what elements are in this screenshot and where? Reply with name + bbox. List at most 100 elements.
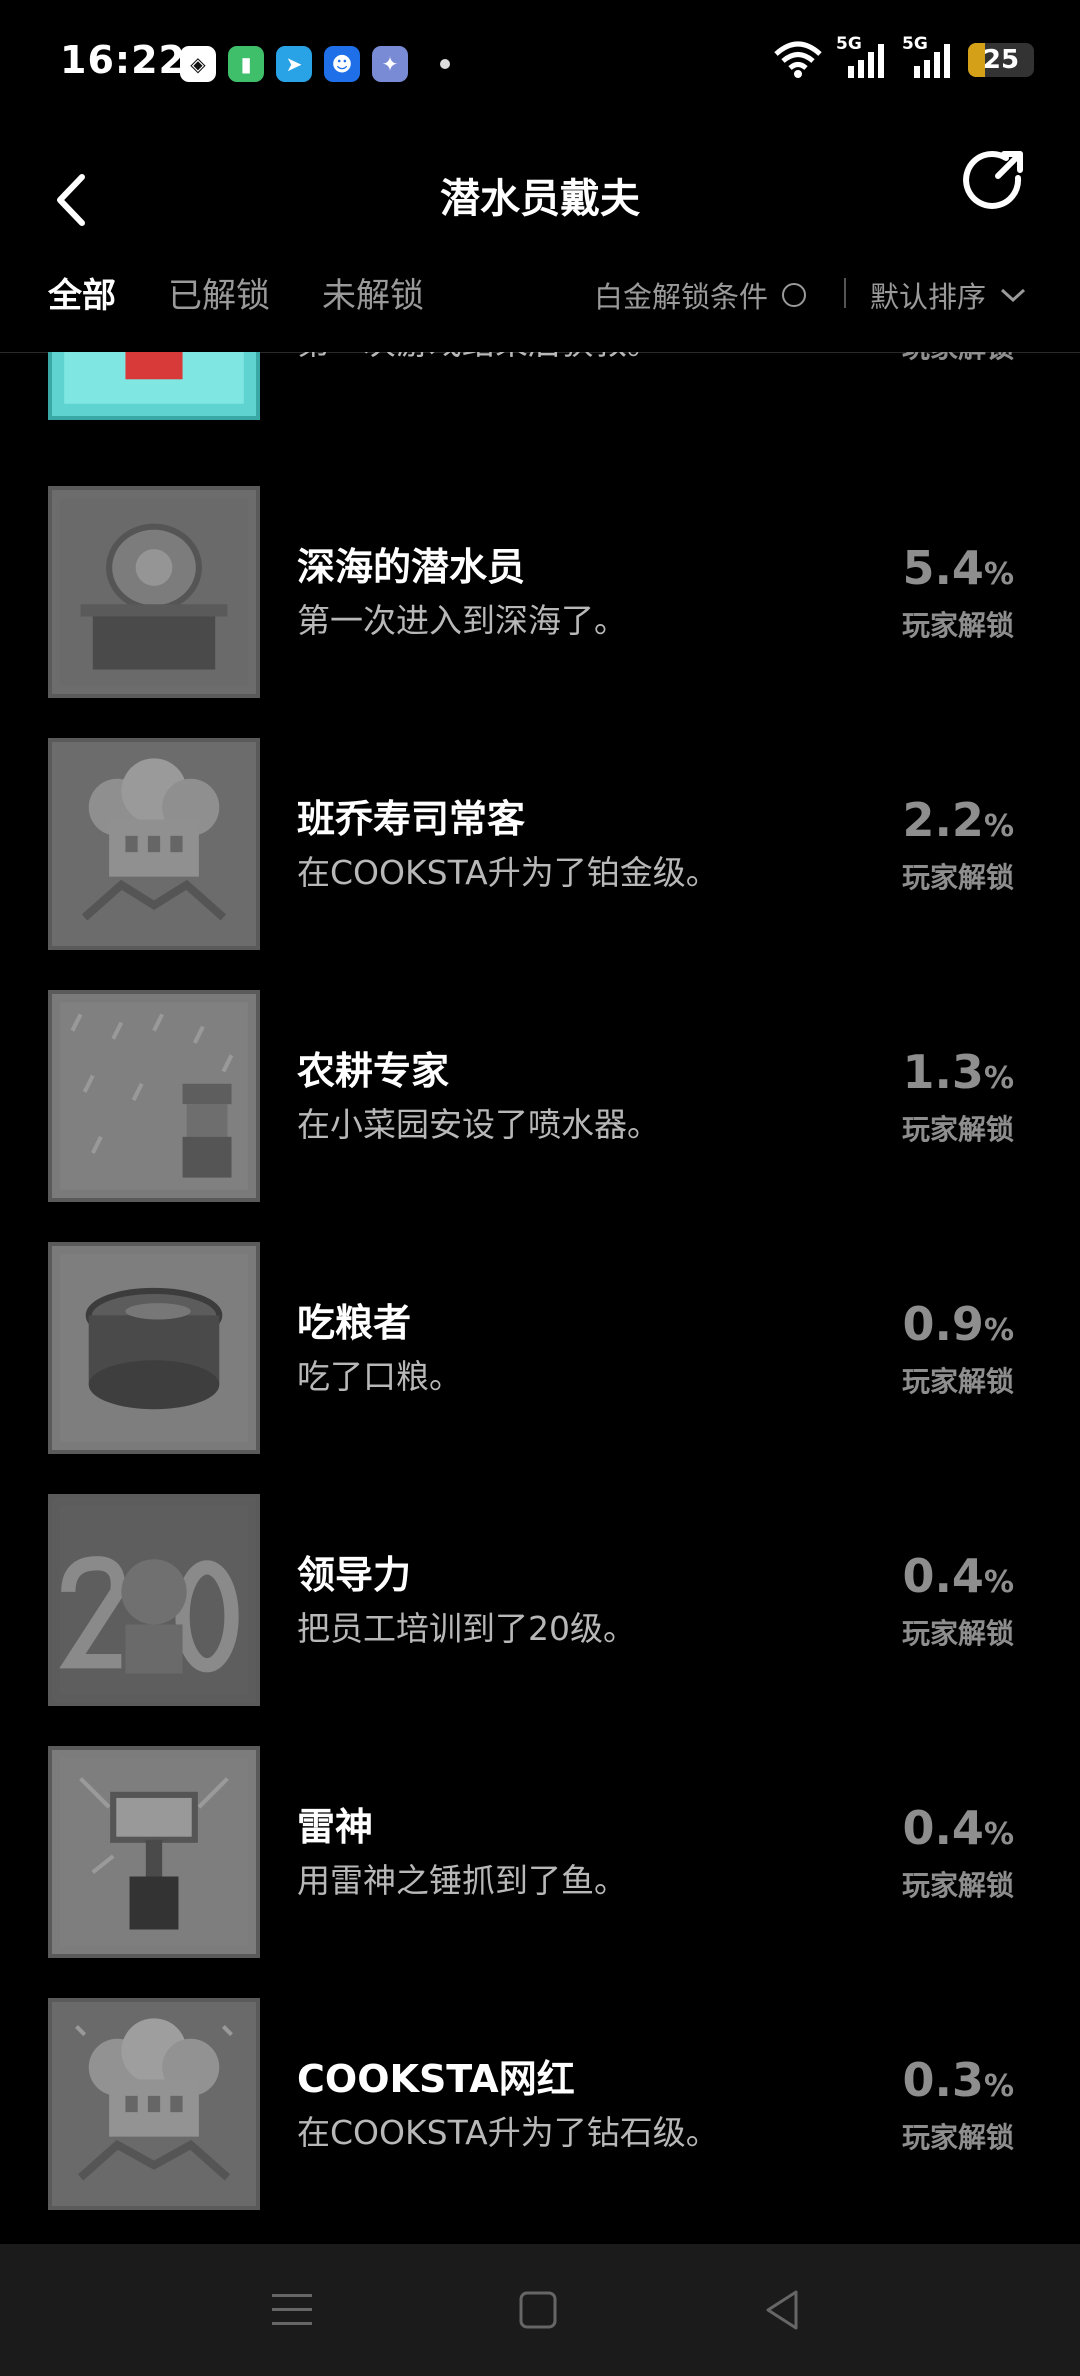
list-item[interactable]: 雷神 用雷神之锤抓到了鱼。 0.4% 玩家解锁 <box>0 1746 1080 1998</box>
unlock-label: 玩家解锁 <box>901 1113 1014 1146</box>
unlock-percent: 0.4% <box>902 1801 1014 1855</box>
status-bar: 16:22 ◈ ▮ ➤ ☻ ✦ 5G 5G 25 <box>0 0 1080 130</box>
unlock-label: 玩家解锁 <box>901 2121 1014 2154</box>
page-title: 潜水员戴夫 <box>440 176 640 222</box>
achievement-desc: 第一次游戏结束后获救。 <box>297 352 660 364</box>
list-item[interactable]: 第一次游戏结束后获救。 玩家解锁 <box>0 352 1080 460</box>
share-icon <box>963 151 1023 209</box>
achievement-title: 深海的潜水员 <box>297 545 526 589</box>
signal-2: 5G <box>902 34 956 80</box>
achievement-title: COOKSTA网红 <box>297 2057 575 2101</box>
radio-icon <box>782 283 807 307</box>
achievement-title: 雷神 <box>297 1805 374 1849</box>
unlock-percent-value: 0.4 <box>902 1549 984 1603</box>
unlock-percent: 5.4% <box>902 541 1014 595</box>
unlock-percent-value: 2.2 <box>902 793 984 847</box>
unlock-percent: 0.4% <box>902 1549 1014 1603</box>
unlock-label: 玩家解锁 <box>901 1365 1014 1398</box>
sort-dropdown[interactable]: 默认排序 <box>870 274 1026 316</box>
rescue-cross-icon <box>48 352 260 420</box>
unlock-percent-value: 0.4 <box>902 1801 984 1855</box>
notification-icons: ◈ ▮ ➤ ☻ ✦ <box>180 46 450 82</box>
tabs-bar: 全部 已解锁 未解锁 白金解锁条件 默认排序 <box>0 256 1080 353</box>
percent-sign: % <box>983 2069 1014 2104</box>
tab-locked[interactable]: 未解锁 <box>322 268 424 317</box>
list-item[interactable]: 班乔寿司常客 在COOKSTA升为了铂金级。 2.2% 玩家解锁 <box>0 738 1080 990</box>
list-item[interactable]: 吃粮者 吃了口粮。 0.9% 玩家解锁 <box>0 1242 1080 1494</box>
tab-all[interactable]: 全部 <box>48 268 116 317</box>
battery-indicator: 25 <box>968 43 1034 77</box>
unlock-label: 玩家解锁 <box>901 1869 1014 1902</box>
home-button[interactable] <box>508 2280 568 2340</box>
battery-percent: 25 <box>982 45 1020 75</box>
telegram-icon: ➤ <box>276 46 312 82</box>
level-20-icon <box>48 1494 260 1706</box>
sort-label: 默认排序 <box>870 280 987 314</box>
system-nav-bar <box>0 2244 1080 2376</box>
unlock-percent-value: 0.3 <box>902 2053 984 2107</box>
chef-hat-icon <box>48 738 260 950</box>
farmer-rain-icon <box>48 990 260 1202</box>
battery-app-icon: ▮ <box>228 46 264 82</box>
achievement-desc: 在COOKSTA升为了钻石级。 <box>297 2113 719 2152</box>
percent-sign: % <box>983 557 1014 592</box>
wifi-icon <box>774 41 822 78</box>
deep-sea-diver-icon <box>48 486 260 698</box>
header: 潜水员戴夫 <box>0 130 1080 270</box>
percent-sign: % <box>983 1061 1014 1096</box>
percent-sign: % <box>983 1313 1014 1348</box>
robot-app-icon: ☻ <box>324 46 360 82</box>
menu-button[interactable] <box>262 2280 322 2340</box>
network-label-2: 5G <box>902 34 928 54</box>
unlock-label: 玩家解锁 <box>902 352 1014 366</box>
game-app-icon: ✦ <box>372 46 408 82</box>
unlock-percent-value: 5.4 <box>902 541 984 595</box>
share-button[interactable] <box>954 140 1034 220</box>
chevron-down-icon <box>1001 288 1026 303</box>
achievement-desc: 用雷神之锤抓到了鱼。 <box>297 1861 627 1900</box>
achievement-desc: 第一次进入到深海了。 <box>297 601 627 640</box>
list-item[interactable]: 领导力 把员工培训到了20级。 0.4% 玩家解锁 <box>0 1494 1080 1746</box>
triangle-back-icon <box>766 2290 798 2330</box>
unlock-label: 玩家解锁 <box>901 609 1014 642</box>
status-time: 16:22 <box>60 38 186 82</box>
thor-hammer-icon <box>48 1746 260 1958</box>
percent-sign: % <box>983 1565 1014 1600</box>
more-notifications-dot <box>440 59 450 69</box>
filter-divider <box>844 278 846 308</box>
achievement-desc: 吃了口粮。 <box>297 1357 462 1396</box>
chef-hat-diamond-icon <box>48 1998 260 2210</box>
platinum-condition-toggle[interactable]: 白金解锁条件 <box>594 274 807 316</box>
unlock-percent: 0.3% <box>902 2053 1014 2107</box>
achievement-desc: 在COOKSTA升为了铂金级。 <box>297 853 719 892</box>
achievement-desc: 把员工培训到了20级。 <box>297 1609 636 1648</box>
network-label-1: 5G <box>836 34 862 54</box>
achievement-list[interactable]: 第一次游戏结束后获救。 玩家解锁 深海的潜水员 第一次进入到深海了。 5.4% … <box>0 352 1080 2242</box>
unlock-percent-value: 0.9 <box>902 1297 984 1351</box>
unlock-percent: 0.9% <box>902 1297 1014 1351</box>
unlock-label: 玩家解锁 <box>901 1617 1014 1650</box>
achievement-title: 农耕专家 <box>297 1049 450 1093</box>
home-square-icon <box>519 2291 557 2329</box>
unlock-percent-value: 1.3 <box>902 1045 984 1099</box>
list-item[interactable]: 农耕专家 在小菜园安设了喷水器。 1.3% 玩家解锁 <box>0 990 1080 1242</box>
achievement-title: 领导力 <box>297 1553 412 1597</box>
back-nav-button[interactable] <box>752 2280 812 2340</box>
menu-icon <box>272 2294 312 2325</box>
achievement-title: 吃粮者 <box>297 1301 412 1345</box>
unlock-percent: 2.2% <box>902 793 1014 847</box>
status-right: 5G 5G 25 <box>772 34 1034 80</box>
signal-1: 5G <box>836 34 890 80</box>
unlock-percent: 1.3% <box>902 1045 1014 1099</box>
achievement-title: 班乔寿司常客 <box>297 797 526 841</box>
list-item[interactable]: COOKSTA网红 在COOKSTA升为了钻石级。 0.3% 玩家解锁 <box>0 1998 1080 2242</box>
percent-sign: % <box>983 809 1014 844</box>
achievement-desc: 在小菜园安设了喷水器。 <box>297 1105 660 1144</box>
list-item[interactable]: 深海的潜水员 第一次进入到深海了。 5.4% 玩家解锁 <box>0 486 1080 738</box>
percent-sign: % <box>983 1817 1014 1852</box>
notification-app-icon: ◈ <box>180 46 216 82</box>
unlock-label: 玩家解锁 <box>901 861 1014 894</box>
platinum-condition-label: 白金解锁条件 <box>594 280 769 314</box>
ration-can-icon <box>48 1242 260 1454</box>
tab-unlocked[interactable]: 已解锁 <box>168 268 270 317</box>
